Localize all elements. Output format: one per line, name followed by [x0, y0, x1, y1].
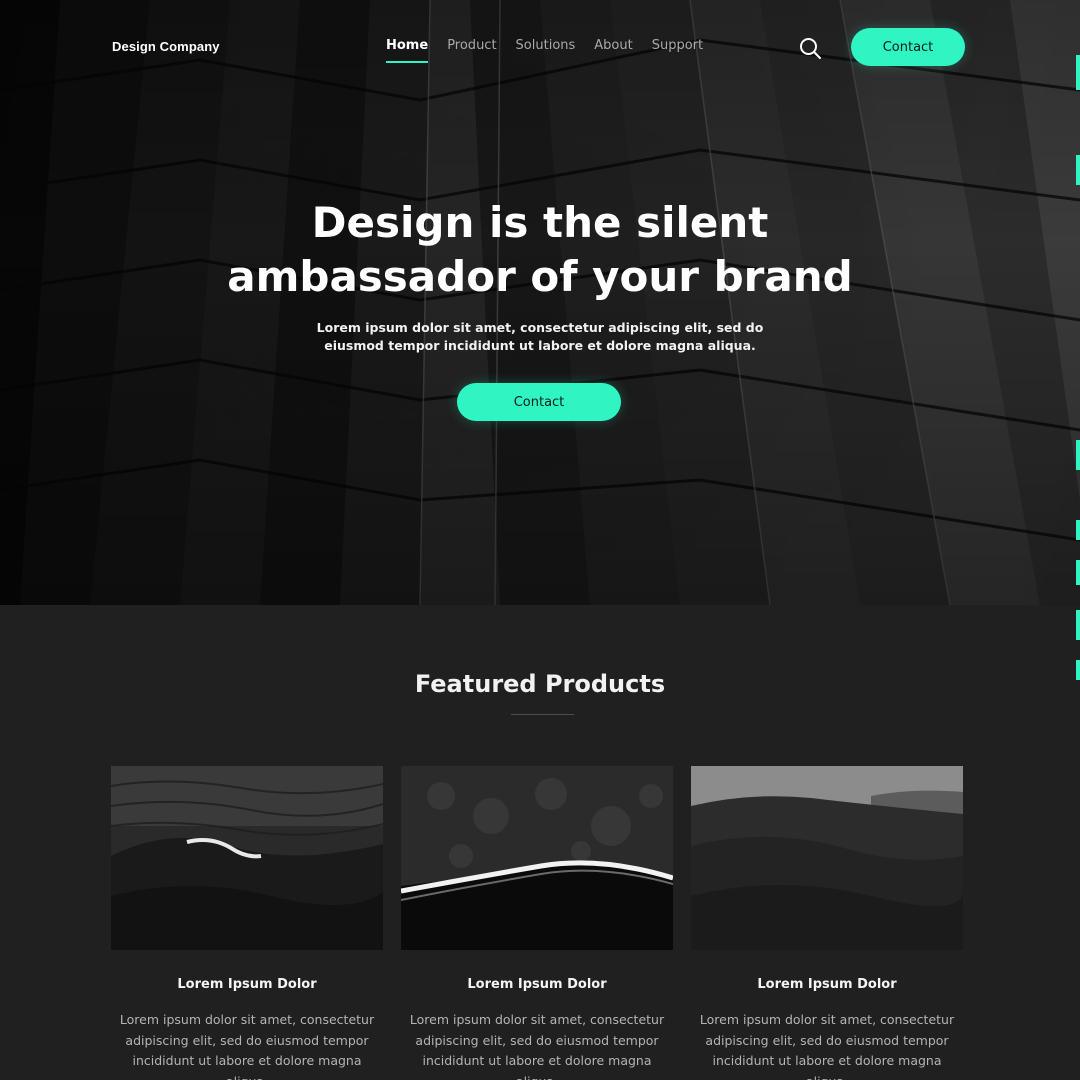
ocean-wave-image	[111, 766, 383, 950]
nav-item-about[interactable]: About	[594, 38, 632, 61]
product-card[interactable]: Lorem Ipsum Dolor Lorem ipsum dolor sit …	[111, 766, 383, 1080]
card-text: Lorem ipsum dolor sit amet, consectetur …	[111, 1010, 383, 1080]
edge-accent	[1076, 440, 1080, 470]
nav-item-home[interactable]: Home	[386, 38, 429, 63]
hero-title: Design is the silent ambassador of your …	[140, 196, 940, 304]
hero-contact-button[interactable]: Contact	[457, 383, 621, 421]
edge-accent	[1076, 610, 1080, 640]
nav-item-solutions[interactable]: Solutions	[516, 38, 576, 61]
hero-subtitle: Lorem ipsum dolor sit amet, consectetur …	[300, 319, 780, 355]
edge-accent	[1076, 660, 1080, 680]
card-text-line: incididunt ut labore et dolore magna ali…	[712, 1053, 942, 1080]
edge-accent	[1076, 155, 1080, 185]
featured-title: Featured Products	[414, 670, 666, 698]
card-text-line: incididunt ut labore et dolore magna ali…	[422, 1053, 652, 1080]
nav-contact-button[interactable]: Contact	[851, 28, 965, 66]
hero-title-line1: Design is the silent	[311, 198, 769, 247]
sand-dunes-image	[691, 766, 963, 950]
nav-item-support[interactable]: Support	[652, 38, 703, 61]
edge-accent	[1076, 55, 1080, 90]
card-text-line: incididunt ut labore et dolore magna ali…	[132, 1053, 362, 1080]
brand-logo[interactable]: Design Company	[112, 39, 220, 54]
product-card[interactable]: Lorem Ipsum Dolor Lorem ipsum dolor sit …	[691, 766, 963, 1080]
card-title: Lorem Ipsum Dolor	[757, 977, 897, 992]
edge-accent	[1076, 560, 1080, 585]
nav-item-product[interactable]: Product	[447, 38, 496, 61]
hero-title-line2: ambassador of your brand	[227, 252, 853, 301]
card-text-line: adipiscing elit, sed do eiusmod tempor	[705, 1032, 949, 1048]
search-icon[interactable]	[798, 36, 822, 60]
hero-subtitle-line2: eiusmod tempor incididunt ut labore et d…	[324, 338, 756, 353]
featured-divider	[511, 714, 574, 715]
product-card[interactable]: Lorem Ipsum Dolor Lorem ipsum dolor sit …	[401, 766, 673, 1080]
card-text-line: Lorem ipsum dolor sit amet, consectetur	[409, 1012, 665, 1027]
hero-subtitle-line1: Lorem ipsum dolor sit amet, consectetur …	[316, 320, 764, 335]
card-title: Lorem Ipsum Dolor	[467, 977, 607, 992]
card-title: Lorem Ipsum Dolor	[177, 977, 317, 992]
card-text: Lorem ipsum dolor sit amet, consectetur …	[691, 1010, 963, 1080]
edge-accent	[1076, 520, 1080, 540]
card-text-line: adipiscing elit, sed do eiusmod tempor	[415, 1032, 659, 1048]
card-text-line: Lorem ipsum dolor sit amet, consectetur	[119, 1012, 375, 1027]
card-text-line: Lorem ipsum dolor sit amet, consectetur	[699, 1012, 955, 1027]
main-nav: Home Product Solutions About Support	[386, 38, 722, 63]
card-text: Lorem ipsum dolor sit amet, consectetur …	[401, 1010, 673, 1080]
aerial-shoreline-image	[401, 766, 673, 950]
card-text-line: adipiscing elit, sed do eiusmod tempor	[125, 1032, 369, 1048]
